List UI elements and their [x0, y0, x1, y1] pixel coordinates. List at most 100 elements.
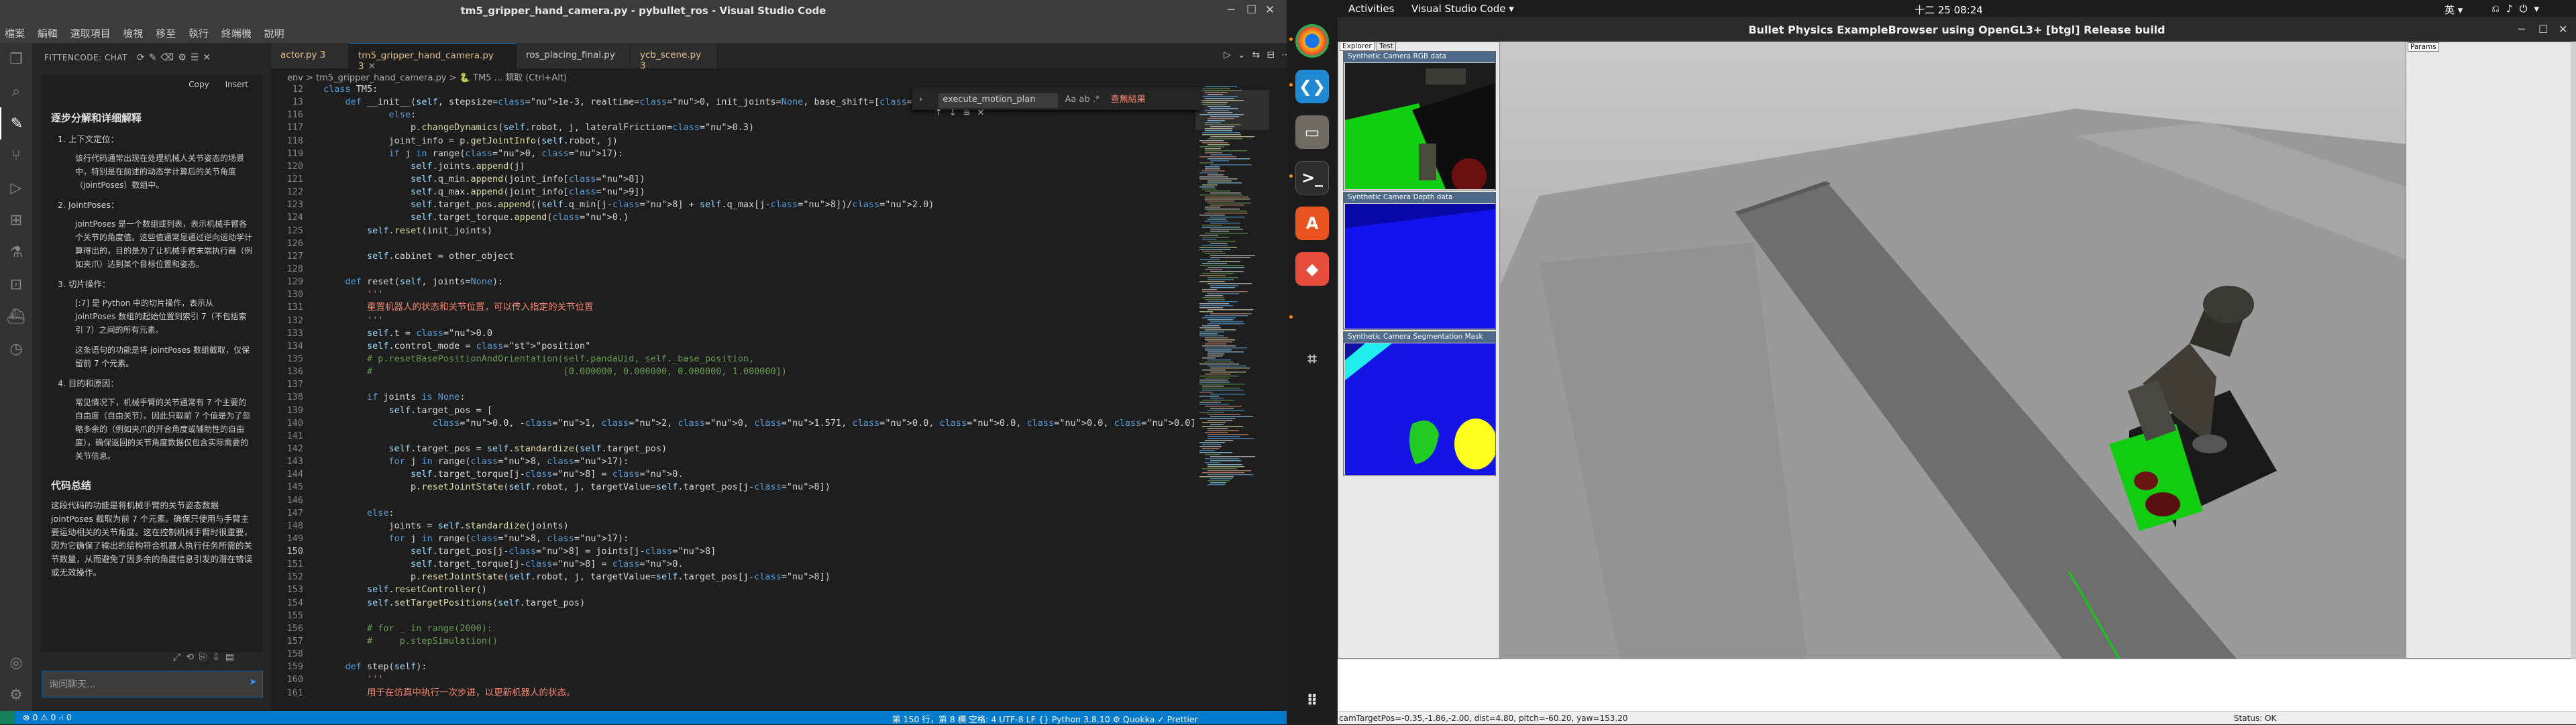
code-line[interactable]: [323, 263, 1189, 276]
code-line[interactable]: p.resetJointState(self.robot, j, targetV…: [323, 571, 1189, 583]
code-line[interactable]: p.resetJointState(self.robot, j, targetV…: [323, 481, 1189, 494]
remote-icon[interactable]: ⊡: [0, 268, 32, 300]
code-line[interactable]: self.target_pos[j-class="nu">8] = joints…: [323, 545, 1189, 558]
tab-params[interactable]: Params: [2408, 42, 2439, 52]
code-line[interactable]: self.target_pos.append((self.q_min[j-cla…: [323, 199, 1189, 211]
settings-gear-icon[interactable]: ⚙: [0, 679, 32, 711]
code-line[interactable]: [323, 610, 1189, 622]
menu-run[interactable]: 執行: [184, 21, 213, 45]
menu-help[interactable]: 說明: [260, 21, 289, 45]
close-icon[interactable]: ✕: [1265, 3, 1275, 17]
code-line[interactable]: ''': [323, 288, 1189, 301]
extensions-icon[interactable]: ⊞: [0, 204, 32, 236]
docker-icon[interactable]: ⛴: [0, 300, 32, 333]
code-line[interactable]: def reset(self, joints=None):: [323, 276, 1189, 288]
code-line[interactable]: self.target_torque[j-class="nu">8] = cla…: [323, 468, 1189, 481]
usb-drive-icon[interactable]: ⌗: [1295, 342, 1329, 376]
code-line[interactable]: self.target_pos = [: [323, 404, 1189, 417]
files-icon[interactable]: ▭: [1295, 115, 1329, 149]
code-line[interactable]: [323, 648, 1189, 661]
chrome-icon[interactable]: [1295, 24, 1329, 58]
code-line[interactable]: [323, 378, 1189, 391]
code-line[interactable]: if joints is None:: [323, 391, 1189, 404]
tab-explorer[interactable]: Explorer: [1340, 42, 1375, 51]
copy-button[interactable]: Copy: [189, 80, 209, 89]
find-options[interactable]: Aa ab .*: [1065, 95, 1099, 105]
code-line[interactable]: self.resetController(): [323, 583, 1189, 596]
account-icon[interactable]: ◎: [0, 647, 32, 679]
code-line[interactable]: 用于在仿真中执行一次步进，以更新机器人的状态。: [323, 687, 1189, 700]
code-line[interactable]: 重置机器人的状态和关节位置，可以传入指定的关节位置: [323, 301, 1189, 314]
system-tray-icons[interactable]: ⎌♪⏻▾: [2491, 3, 2546, 15]
activities-button[interactable]: Activities: [1348, 3, 1394, 15]
scrollbar[interactable]: [2571, 42, 2576, 659]
code-line[interactable]: self.reset(init_joints): [323, 225, 1189, 237]
anydesk-icon[interactable]: ◆: [1295, 252, 1329, 286]
segmentation-camera-window[interactable]: Synthetic Camera Segmentation Mask: [1343, 331, 1496, 476]
testing-icon[interactable]: ⚗: [0, 236, 32, 268]
minimap-viewport[interactable]: [1195, 90, 1269, 130]
code-line[interactable]: self.q_max.append(joint_info[class="nu">…: [323, 186, 1189, 199]
run-debug-icon[interactable]: ▷: [0, 172, 32, 204]
breadcrumb[interactable]: env > tm5_gripper_hand_camera.py > 🐍 TM5…: [271, 68, 1287, 83]
code-line[interactable]: self.q_min.append(joint_info[class="nu">…: [323, 173, 1189, 186]
code-line[interactable]: class="nu">0.0, -class="nu">1, class="nu…: [323, 417, 1196, 430]
code-line[interactable]: if j in range(class="nu">0, class="nu">1…: [323, 148, 1189, 160]
code-line[interactable]: self.target_pos = self.standardize(self.…: [323, 443, 1189, 455]
timeline-icon[interactable]: ◷: [0, 333, 32, 365]
code-line[interactable]: p.changeDynamics(self.robot, j, lateralF…: [323, 121, 1189, 134]
maximize-icon[interactable]: ☐: [2538, 23, 2548, 36]
input-method[interactable]: 英 ▾: [2445, 3, 2463, 17]
chat-toolbar-icons[interactable]: ⟳✎⌫⚙☰✕: [137, 52, 215, 63]
code-line[interactable]: # p.resetBasePositionAndOrientation(self…: [323, 353, 1189, 366]
code-line[interactable]: self.t = class="nu">0.0: [323, 327, 1189, 340]
status-right-info[interactable]: 第 150 行，第 8 欄 空格: 4 UTF-8 LF {} Python 3…: [892, 712, 1198, 725]
software-icon[interactable]: A: [1295, 207, 1329, 240]
code-line[interactable]: [323, 430, 1189, 443]
code-line[interactable]: else:: [323, 507, 1189, 520]
insert-button[interactable]: Insert: [225, 80, 248, 89]
menu-selection[interactable]: 選取項目: [66, 21, 115, 45]
maximize-icon[interactable]: ☐: [1246, 3, 1256, 17]
code-line[interactable]: for j in range(class="nu">8, class="nu">…: [323, 533, 1189, 545]
find-nav-icons[interactable]: ↑↓≡✕: [935, 108, 991, 118]
code-line[interactable]: ''': [323, 673, 1189, 686]
source-control-icon[interactable]: ⑂: [0, 140, 32, 172]
menu-file[interactable]: 檔案: [0, 21, 30, 45]
minimap[interactable]: [1195, 83, 1269, 698]
code-line[interactable]: for j in range(class="nu">8, class="nu">…: [323, 455, 1189, 468]
search-icon[interactable]: ⌕: [0, 75, 32, 107]
code-line[interactable]: # for _ in range(2000):: [323, 622, 1189, 635]
explorer-icon[interactable]: ❐: [0, 43, 32, 75]
code-line[interactable]: [323, 494, 1189, 507]
vscode-icon[interactable]: ❮❯: [1295, 70, 1329, 103]
tab-test[interactable]: Test: [1377, 42, 1396, 51]
find-input[interactable]: execute_motion_plan: [938, 93, 1059, 108]
code-editor[interactable]: class TM5: def __init__(self, stepsize=c…: [323, 83, 1196, 700]
code-line[interactable]: ''': [323, 315, 1189, 327]
code-line[interactable]: self.target_torque[j-class="nu">8] = cla…: [323, 558, 1189, 571]
code-line[interactable]: [323, 237, 1189, 250]
code-line[interactable]: def step(self):: [323, 661, 1189, 673]
chat-input[interactable]: 询问聊天... ➤: [42, 671, 263, 698]
tab-ros-placing[interactable]: ros_placing_final.py: [517, 43, 631, 68]
menu-view[interactable]: 檢視: [118, 21, 148, 45]
rgb-camera-window[interactable]: Synthetic Camera RGB data: [1343, 51, 1496, 190]
minimize-icon[interactable]: ─: [1228, 3, 1234, 17]
remote-indicator-icon[interactable]: [0, 711, 15, 724]
code-line[interactable]: self.setTargetPositions(self.target_pos): [323, 597, 1189, 610]
terminal-icon[interactable]: >_: [1295, 161, 1329, 194]
chat-input-tools[interactable]: ⤢⟲⎘⇩▤: [173, 652, 239, 663]
clock[interactable]: 十二 25 08:24: [1915, 3, 1983, 17]
code-line[interactable]: self.target_torque.append(class="nu">0.): [323, 211, 1189, 224]
code-line[interactable]: # p.stepSimulation(): [323, 635, 1189, 648]
chat-icon[interactable]: ✎: [0, 107, 32, 140]
tab-actor[interactable]: actor.py 3: [271, 43, 349, 68]
send-icon[interactable]: ➤: [249, 677, 257, 687]
app-menu[interactable]: Visual Studio Code ▾: [1411, 3, 1514, 15]
minimize-icon[interactable]: ─: [2518, 23, 2525, 36]
menu-terminal[interactable]: 終端機: [217, 21, 256, 45]
menu-go[interactable]: 移至: [151, 21, 180, 45]
show-apps-icon[interactable]: ⠿: [1295, 684, 1329, 718]
code-line[interactable]: self.joints.append(j): [323, 160, 1189, 173]
